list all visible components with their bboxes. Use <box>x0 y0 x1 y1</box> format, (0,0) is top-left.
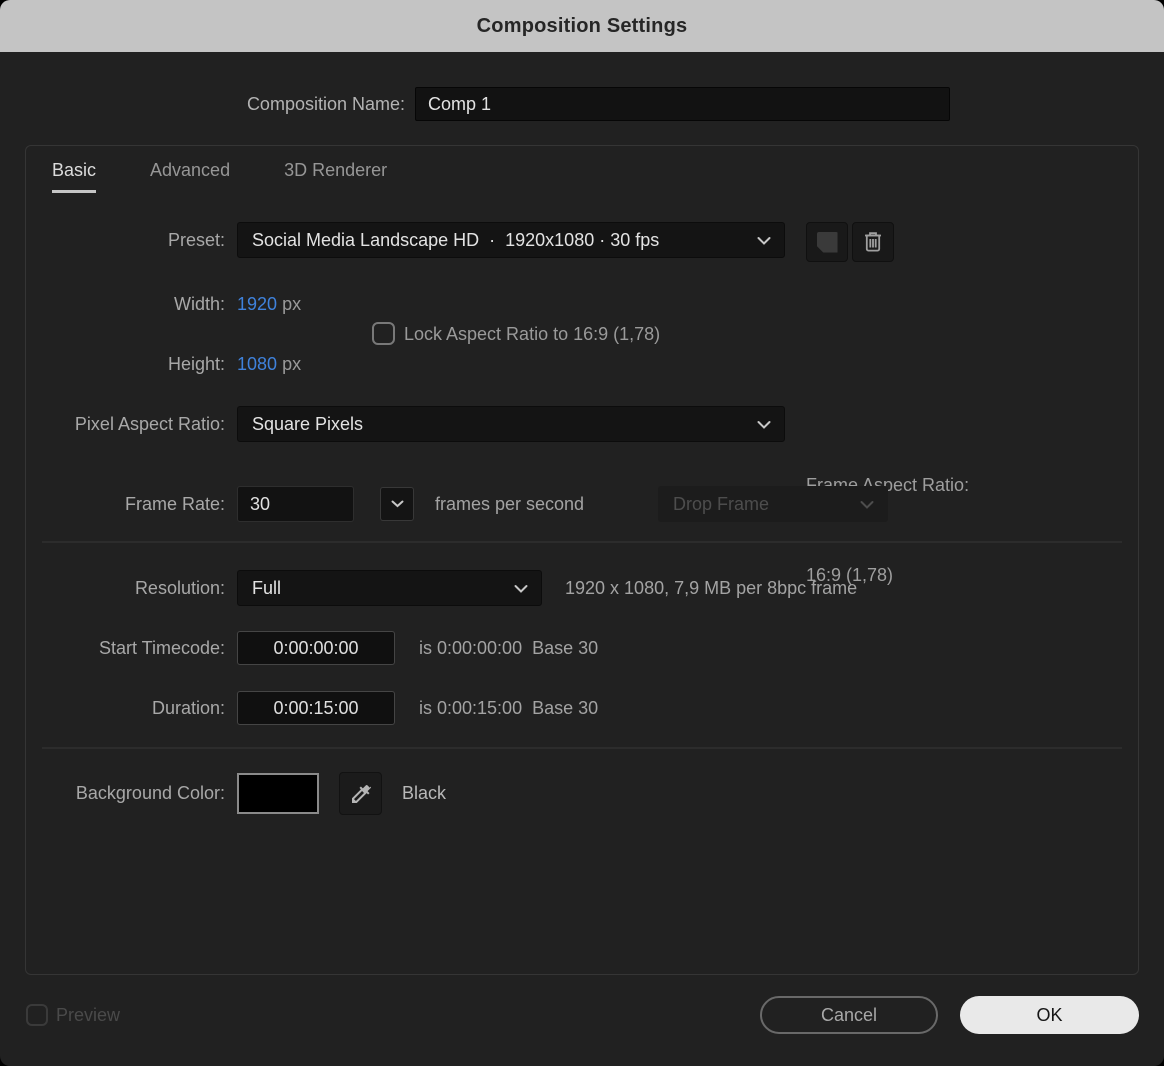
height-value[interactable]: 1080 <box>237 354 277 374</box>
preset-label: Preset: <box>167 230 225 250</box>
trash-icon <box>865 232 881 252</box>
duration-input[interactable] <box>237 691 395 725</box>
height-value-row: 1080 px <box>237 353 301 375</box>
duration-info: is 0:00:15:00 Base 30 <box>419 698 599 718</box>
composition-name-label: Composition Name: <box>246 94 405 114</box>
resolution-info: 1920 x 1080, 7,9 MB per 8bpc frame <box>565 578 858 598</box>
background-color-label: Background Color: <box>75 783 225 803</box>
preset-dropdown[interactable]: Social Media Landscape HD · 1920x1080 · … <box>237 222 785 258</box>
cancel-button[interactable]: Cancel <box>760 996 938 1034</box>
pixel-aspect-ratio-value: Square Pixels <box>252 413 364 434</box>
background-color-swatch[interactable] <box>237 773 319 814</box>
width-value[interactable]: 1920 <box>237 294 277 314</box>
frame-rate-dropdown-button[interactable] <box>380 487 414 521</box>
save-preset-button[interactable] <box>806 222 848 262</box>
resolution-label: Resolution: <box>134 578 225 598</box>
start-timecode-info: is 0:00:00:00 Base 30 <box>419 638 599 658</box>
ok-button[interactable]: OK <box>960 996 1139 1034</box>
width-unit: px <box>282 294 302 314</box>
drop-frame-dropdown: Drop Frame <box>658 486 888 522</box>
tab-basic[interactable]: Basic <box>52 160 97 193</box>
frame-rate-label: Frame Rate: <box>124 494 225 514</box>
separator <box>42 541 1122 543</box>
delete-preset-button[interactable] <box>852 222 894 262</box>
frame-rate-suffix: frames per second <box>435 494 585 514</box>
chevron-down-icon <box>391 500 403 508</box>
dialog-title: Composition Settings <box>476 14 688 37</box>
preview-label: Preview <box>56 1005 121 1025</box>
frame-rate-input[interactable] <box>237 486 354 522</box>
drop-frame-value: Drop Frame <box>673 493 770 514</box>
preview-checkbox <box>26 1004 48 1026</box>
pixel-aspect-ratio-dropdown[interactable]: Square Pixels <box>237 406 785 442</box>
save-preset-icon <box>816 231 838 253</box>
resolution-value: Full <box>252 577 282 598</box>
height-unit: px <box>282 354 302 374</box>
tab-advanced[interactable]: Advanced <box>150 160 230 193</box>
settings-panel <box>25 145 1139 975</box>
tab-3d-renderer[interactable]: 3D Renderer <box>284 160 387 193</box>
tab-bar: Basic Advanced 3D Renderer <box>52 160 387 193</box>
chevron-down-icon <box>727 393 771 456</box>
separator <box>42 747 1122 749</box>
background-color-name: Black <box>402 783 447 803</box>
resolution-dropdown[interactable]: Full <box>237 570 542 606</box>
lock-aspect-ratio-label: Lock Aspect Ratio to 16:9 (1,78) <box>404 324 661 344</box>
chevron-down-icon <box>727 209 771 272</box>
duration-label: Duration: <box>151 698 225 718</box>
preset-value: Social Media Landscape HD · 1920x1080 · … <box>252 229 660 250</box>
chevron-down-icon <box>830 473 874 536</box>
height-label: Height: <box>167 354 225 374</box>
chevron-down-icon <box>484 557 528 620</box>
title-bar: Composition Settings <box>0 0 1164 52</box>
composition-settings-dialog: Composition Settings Composition Name: B… <box>0 0 1164 1066</box>
eyedropper-icon <box>351 784 371 803</box>
eyedropper-button[interactable] <box>339 772 382 815</box>
width-value-row: 1920 px <box>237 293 301 315</box>
lock-aspect-ratio-checkbox[interactable] <box>372 322 395 345</box>
start-timecode-label: Start Timecode: <box>98 638 225 658</box>
start-timecode-input[interactable] <box>237 631 395 665</box>
width-label: Width: <box>173 294 225 314</box>
composition-name-input[interactable] <box>415 87 950 121</box>
pixel-aspect-ratio-label: Pixel Aspect Ratio: <box>74 414 225 434</box>
